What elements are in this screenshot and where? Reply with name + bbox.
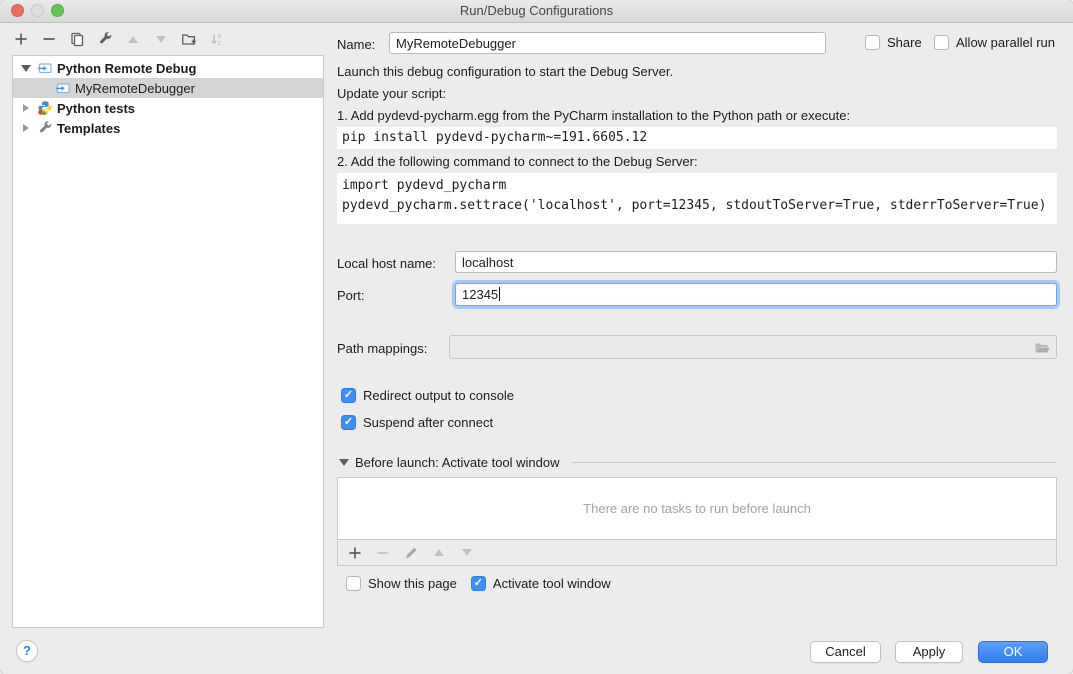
share-checkbox[interactable] xyxy=(865,35,880,50)
redirect-output-checkbox[interactable] xyxy=(341,388,356,403)
tasks-toolbar xyxy=(338,539,1056,565)
suspend-after-connect-option: Suspend after connect xyxy=(341,415,493,430)
move-down-icon xyxy=(153,31,169,47)
show-this-page-label: Show this page xyxy=(368,576,457,591)
port-value: 12345 xyxy=(462,287,498,302)
remove-task-icon xyxy=(375,545,391,561)
expand-collapse-icon[interactable] xyxy=(19,124,33,132)
port-input[interactable]: 12345 xyxy=(455,283,1057,306)
name-input[interactable] xyxy=(389,32,826,54)
move-task-up-icon xyxy=(431,545,447,561)
move-up-icon xyxy=(125,31,141,47)
tree-item-label: Python Remote Debug xyxy=(57,61,196,76)
text-caret xyxy=(499,287,500,301)
svg-text:a: a xyxy=(218,33,222,40)
edit-templates-icon[interactable] xyxy=(97,31,113,47)
add-configuration-icon[interactable] xyxy=(13,31,29,47)
browse-folder-icon[interactable] xyxy=(1034,340,1051,362)
python-tests-icon xyxy=(37,100,53,116)
titlebar[interactable]: Run/Debug Configurations xyxy=(0,0,1073,23)
port-label: Port: xyxy=(337,288,364,303)
configurations-tree: Python Remote Debug MyRemoteDebugger Pyt… xyxy=(12,55,324,628)
apply-button[interactable]: Apply xyxy=(895,641,963,663)
allow-parallel-label: Allow parallel run xyxy=(956,35,1055,50)
sort-configurations-icon: az xyxy=(209,31,225,47)
suspend-after-connect-checkbox[interactable] xyxy=(341,415,356,430)
remote-debug-config-icon xyxy=(37,60,53,76)
allow-parallel-checkbox[interactable] xyxy=(934,35,949,50)
share-label: Share xyxy=(887,35,922,50)
expand-collapse-icon[interactable] xyxy=(19,104,33,112)
name-label: Name: xyxy=(337,37,375,52)
close-window-button[interactable] xyxy=(11,4,24,17)
cancel-button[interactable]: Cancel xyxy=(810,641,881,663)
help-button[interactable]: ? xyxy=(16,640,38,662)
tree-item-label: MyRemoteDebugger xyxy=(75,81,195,96)
remove-configuration-icon[interactable] xyxy=(41,31,57,47)
edit-task-icon xyxy=(403,545,419,561)
settrace-code-line2: pydevd_pycharm.settrace('localhost', por… xyxy=(342,196,1057,216)
run-debug-configurations-dialog: Run/Debug Configurations az xyxy=(0,0,1073,674)
allow-parallel-option: Allow parallel run xyxy=(934,35,1055,50)
before-launch-tasks-panel: There are no tasks to run before launch xyxy=(337,477,1057,566)
tree-item-label: Templates xyxy=(57,121,120,136)
before-launch-title: Before launch: Activate tool window xyxy=(355,455,560,470)
instruction-intro: Launch this debug configuration to start… xyxy=(337,64,673,79)
path-mappings-label: Path mappings: xyxy=(337,341,427,356)
configurations-toolbar: az xyxy=(13,31,225,47)
templates-wrench-icon xyxy=(37,120,53,136)
show-this-page-option: Show this page xyxy=(346,576,457,591)
add-task-icon[interactable] xyxy=(347,545,363,561)
remote-debug-config-icon xyxy=(55,80,71,96)
tree-item-templates[interactable]: Templates xyxy=(13,118,323,138)
zoom-window-button[interactable] xyxy=(51,4,64,17)
settrace-code: import pydevd_pycharm pydevd_pycharm.set… xyxy=(337,173,1057,224)
instruction-step1: 1. Add pydevd-pycharm.egg from the PyCha… xyxy=(337,108,850,123)
path-mappings-input[interactable] xyxy=(449,335,1057,359)
expand-collapse-icon[interactable] xyxy=(19,65,33,72)
settrace-code-line1: import pydevd_pycharm xyxy=(342,176,1057,196)
show-this-page-checkbox[interactable] xyxy=(346,576,361,591)
copy-configuration-icon[interactable] xyxy=(69,31,85,47)
instruction-update: Update your script: xyxy=(337,86,446,101)
pip-install-code: pip install pydevd-pycharm~=191.6605.12 xyxy=(337,127,1057,149)
before-launch-options: Show this page Activate tool window xyxy=(346,576,611,591)
tree-item-myremotedebugger[interactable]: MyRemoteDebugger xyxy=(13,78,323,98)
ok-button[interactable]: OK xyxy=(978,641,1048,663)
activate-tool-window-label: Activate tool window xyxy=(493,576,611,591)
local-host-input[interactable] xyxy=(455,251,1057,273)
move-task-down-icon xyxy=(459,545,475,561)
collapse-section-icon[interactable] xyxy=(339,459,349,466)
tree-item-python-tests[interactable]: Python tests xyxy=(13,98,323,118)
share-option: Share xyxy=(865,35,922,50)
before-launch-header[interactable]: Before launch: Activate tool window xyxy=(339,455,1057,470)
activate-tool-window-option: Activate tool window xyxy=(471,576,611,591)
activate-tool-window-checkbox[interactable] xyxy=(471,576,486,591)
svg-text:z: z xyxy=(218,40,222,47)
redirect-output-label: Redirect output to console xyxy=(363,388,514,403)
window-title: Run/Debug Configurations xyxy=(460,3,613,18)
section-divider xyxy=(572,462,1057,463)
local-host-label: Local host name: xyxy=(337,256,436,271)
traffic-lights xyxy=(11,4,64,17)
tree-item-label: Python tests xyxy=(57,101,135,116)
suspend-after-connect-label: Suspend after connect xyxy=(363,415,493,430)
empty-tasks-message: There are no tasks to run before launch xyxy=(338,478,1056,539)
instruction-step2: 2. Add the following command to connect … xyxy=(337,154,698,169)
tree-item-python-remote-debug[interactable]: Python Remote Debug xyxy=(13,58,323,78)
minimize-window-button xyxy=(31,4,44,17)
new-folder-icon[interactable] xyxy=(181,31,197,47)
redirect-output-option: Redirect output to console xyxy=(341,388,514,403)
